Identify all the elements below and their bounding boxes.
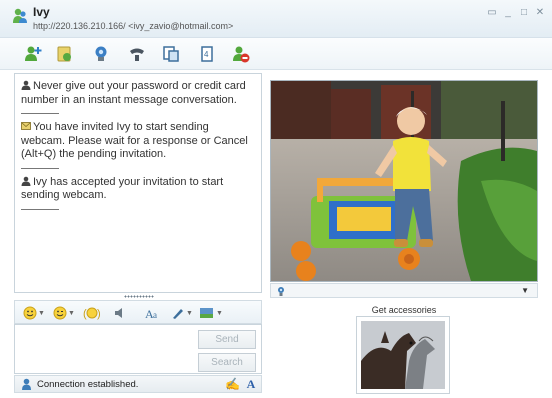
chevron-down-icon[interactable]: ▼ (521, 284, 529, 298)
block-button[interactable] (230, 43, 252, 65)
webcam-video (270, 80, 538, 282)
title-bar: Ivy http://220.136.210.166/ <ivy_zavio@h… (0, 0, 552, 38)
background-icon (200, 308, 213, 318)
wink-icon (53, 306, 67, 320)
games-button[interactable]: 4 (196, 43, 218, 65)
person-icon (21, 80, 31, 90)
envelope-icon (21, 122, 31, 130)
games-icon: 4 (201, 46, 213, 62)
close-icon[interactable]: ✕ (534, 7, 546, 19)
pane-splitter[interactable] (124, 295, 154, 298)
chevron-down-icon: ▼ (216, 309, 223, 317)
background-button[interactable]: ▼ (199, 304, 223, 322)
activities-button[interactable] (160, 43, 182, 65)
window-controls: ▭ _ □ ✕ (486, 7, 546, 19)
send-files-button[interactable] (54, 43, 76, 65)
voice-clip-icon (115, 308, 122, 318)
nudge-icon: () (83, 307, 101, 320)
status-text: Connection established. (37, 379, 139, 390)
message-text: Ivy has accepted your invitation to star… (21, 175, 224, 202)
message-text: You have invited Ivy to start sending we… (21, 121, 248, 160)
message-compose-area[interactable]: Send Search (14, 324, 262, 374)
minimize-icon[interactable]: _ (502, 7, 514, 19)
svg-text:(: ( (83, 308, 87, 320)
message: Ivy has accepted your invitation to star… (21, 176, 255, 203)
voice-button[interactable] (126, 43, 148, 65)
pen-button[interactable]: ▼ (171, 304, 193, 322)
chevron-down-icon: ▼ (68, 309, 75, 317)
wink-button[interactable]: ▼ (53, 304, 75, 322)
contact-name: Ivy (33, 5, 50, 19)
pen-icon (173, 309, 183, 319)
send-button[interactable]: Send (198, 330, 256, 349)
chevron-down-icon: ▼ (186, 309, 193, 317)
text-mode-icon[interactable]: A (244, 377, 258, 391)
message-separator (21, 167, 59, 169)
emoticon-icon (23, 306, 37, 320)
connection-icon (22, 378, 31, 390)
video-controls-bar: ▼ (270, 283, 538, 298)
contact-address: http://220.136.210.166/ <ivy_zavio@hotma… (33, 21, 234, 31)
restore-icon[interactable]: ▭ (486, 7, 498, 19)
block-icon (233, 46, 250, 63)
horses-picture (361, 321, 445, 389)
person-icon (21, 176, 31, 186)
format-toolbar: ▼ ▼ () Aa ▼ ▼ (14, 300, 262, 324)
search-button[interactable]: Search (198, 353, 256, 372)
emoticon-button[interactable]: ▼ (23, 304, 45, 322)
message-separator (21, 113, 59, 114)
activities-icon (163, 46, 179, 62)
handwriting-icon[interactable]: ✍ (225, 377, 240, 391)
font-button[interactable]: Aa (145, 304, 161, 322)
invite-contact-button[interactable] (22, 43, 44, 65)
font-icon: Aa (145, 307, 157, 320)
conversation-history[interactable]: Never give out your password or credit c… (14, 73, 262, 293)
message-separator (21, 208, 59, 210)
send-files-icon (57, 46, 71, 62)
voice-clip-button[interactable] (113, 304, 127, 322)
webcam-frame (271, 81, 537, 281)
message: You have invited Ivy to start sending we… (21, 121, 255, 162)
message-text: Never give out your password or credit c… (21, 80, 246, 106)
svg-text:): ) (97, 308, 101, 320)
chevron-down-icon: ▼ (38, 309, 45, 317)
svg-text:4: 4 (204, 50, 209, 59)
invite-contact-icon (25, 46, 42, 61)
message: Never give out your password or credit c… (21, 80, 255, 107)
display-picture[interactable] (356, 316, 450, 394)
webcam-icon[interactable] (276, 286, 286, 296)
get-accessories-link[interactable]: Get accessories (270, 305, 538, 315)
status-bar: Connection established. ✍ A (14, 375, 262, 393)
voice-icon (130, 48, 144, 61)
webcam-button[interactable] (90, 43, 112, 65)
action-toolbar: 4 (0, 38, 552, 70)
buddy-status-icon (13, 8, 27, 23)
webcam-icon (95, 46, 107, 61)
nudge-button[interactable]: () (83, 304, 101, 322)
maximize-icon[interactable]: □ (518, 7, 530, 19)
svg-text:a: a (153, 310, 157, 320)
